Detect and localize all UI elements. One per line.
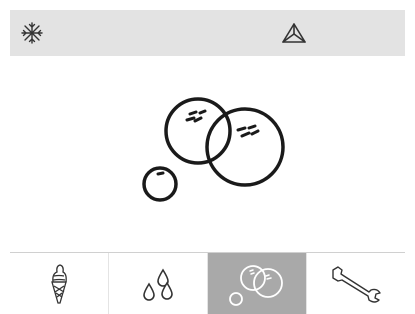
tab-water[interactable] [109, 253, 208, 314]
tab-maintenance[interactable] [307, 253, 405, 314]
triangle-cleaning-icon [272, 10, 316, 56]
snowflake-icon [14, 10, 50, 56]
tab-ice-cream[interactable] [10, 253, 109, 314]
wrench-icon [332, 265, 381, 303]
water-drops-icon [143, 267, 173, 301]
tab-bubbles[interactable] [208, 253, 307, 314]
bubbles-icon [229, 264, 283, 306]
bottom-tab-bar [10, 252, 405, 314]
ice-cream-cone-icon [51, 263, 67, 304]
bubbles-icon [142, 97, 285, 202]
status-bar [10, 10, 405, 56]
main-display [10, 56, 405, 252]
